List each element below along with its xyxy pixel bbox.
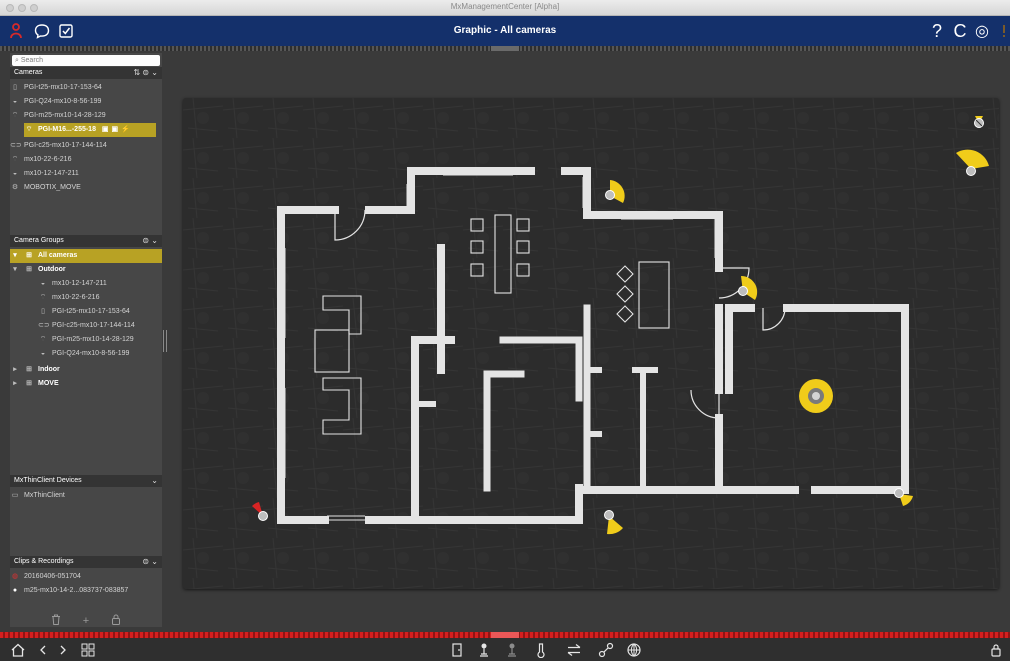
clips-section-header[interactable]: Clips & Recordings ⊜ ⌄	[10, 556, 162, 568]
settings-icon[interactable]: ◎	[972, 21, 992, 41]
view-title: Graphic - All cameras	[453, 25, 557, 36]
chevron-down-icon[interactable]: ▾	[10, 263, 20, 277]
group-item-move[interactable]: ▸ ⊞ MOVE	[10, 377, 162, 391]
chevron-right-icon[interactable]: ▸	[10, 363, 20, 377]
camera-list-item-selected[interactable]: ⌔ PGI-M16...-255-18 ▣ ▣ ⚡	[24, 123, 156, 137]
cameras-section-title: Cameras	[14, 69, 43, 76]
camera-m25-icon: ⌔	[39, 294, 47, 301]
clips-section-title: Clips & Recordings	[14, 558, 74, 565]
window-titlebar: MxManagementCenter [Alpha]	[0, 0, 1010, 16]
camera-list-item[interactable]: ◒ mx10-12-147-211	[10, 167, 162, 181]
top-splitter[interactable]	[0, 46, 1010, 51]
forward-icon[interactable]	[58, 641, 68, 659]
group-camera-item[interactable]: ▯ PGI-t25-mx10-17-153-64	[10, 305, 162, 319]
group-camera-item[interactable]: ⌔ mx10-22-6-216	[10, 291, 162, 305]
camera-list-item[interactable]: ⌔ PGI-m25-mx10-14-28-129	[10, 109, 162, 123]
clip-item[interactable]: ◍ 20160406-051704	[10, 570, 162, 584]
camera-alarm-icon[interactable]: ⚡	[121, 126, 130, 133]
floor-plan-drawing	[183, 98, 999, 589]
help-icon[interactable]: ?	[927, 21, 947, 41]
group-camera-item[interactable]: ◒ mx10-12-147-211	[10, 277, 162, 291]
pin-gray-icon[interactable]	[506, 641, 518, 659]
cameras-section-header[interactable]: Cameras ⇅ ⊜ ⌄	[10, 67, 162, 79]
camera-t25-icon: ▯	[41, 308, 45, 315]
camera-c25-icon: ⊂⊃	[38, 322, 50, 329]
camera-m25-icon: ⌔	[39, 336, 47, 343]
grid-icon: ⊞	[26, 366, 32, 373]
grid-icon: ⊞	[26, 380, 32, 387]
camera-move-icon: ⚙	[11, 184, 19, 191]
camera-list-item[interactable]: ⚙ MOBOTIX_MOVE	[10, 181, 162, 195]
globe-icon[interactable]	[626, 641, 642, 659]
thinclient-item[interactable]: ▭ MxThinClient	[10, 489, 162, 503]
main-toolbar: Graphic - All cameras ? C ◎	[0, 16, 1010, 46]
camera-groups-section-tools[interactable]: ⊜ ⌄	[142, 235, 158, 247]
search-input[interactable]: ⌕ Search	[12, 55, 160, 66]
top-splitter-handle[interactable]	[491, 46, 519, 51]
thinclient-section-header[interactable]: MxThinClient Devices ⌄	[10, 475, 162, 487]
lock-icon[interactable]	[990, 641, 1002, 659]
grid-view-icon[interactable]	[80, 641, 96, 659]
camera-view-icon[interactable]: ▣	[102, 126, 109, 133]
add-icon[interactable]: +	[83, 615, 89, 627]
door-icon[interactable]	[450, 641, 464, 659]
thinclient-section-tools[interactable]: ⌄	[151, 475, 158, 487]
group-item-all-cameras[interactable]: ▾ ⊞ All cameras	[10, 249, 162, 263]
back-icon[interactable]	[38, 641, 48, 659]
sidebar: ⌕ Search Cameras ⇅ ⊜ ⌄ ▯ PGI-t25-mx10-17-…	[10, 53, 162, 627]
camera-list-item[interactable]: ▯ PGI-t25-mx10-17-153-64	[10, 81, 162, 95]
group-item-outdoor[interactable]: ▾ ⊞ Outdoor	[10, 263, 162, 277]
group-camera-item[interactable]: ⌔ PGI-m25-mx10-14-28-129	[10, 333, 162, 347]
recording-icon: ●	[12, 587, 18, 594]
grid-icon: ⊞	[26, 252, 32, 259]
clips-section-tools[interactable]: ⊜ ⌄	[142, 556, 158, 568]
camera-m16-icon: ⌔	[25, 126, 33, 133]
group-camera-item[interactable]: ◒ PGI-Q24-mx10-8-56-199	[10, 347, 162, 361]
group-camera-item[interactable]: ⊂⊃ PGI-c25-mx10-17-144-114	[10, 319, 162, 333]
alarm-recording-icon: ◍	[11, 573, 19, 580]
camera-q24-icon: ◒	[40, 350, 46, 357]
clip-item[interactable]: ● m25-mx10-14-2...083737-083857	[10, 584, 162, 598]
group-item-indoor[interactable]: ▸ ⊞ Indoor	[10, 363, 162, 377]
grid-icon: ⊞	[26, 266, 32, 273]
status-bar	[0, 638, 1010, 661]
search-icon: ⌕	[15, 57, 19, 64]
lock-icon[interactable]	[111, 614, 121, 628]
search-placeholder: Search	[20, 57, 44, 64]
temperature-icon[interactable]	[536, 641, 546, 659]
link-icon[interactable]	[598, 641, 614, 659]
refresh-icon[interactable]: C	[950, 21, 970, 41]
floor-plan-canvas[interactable]	[183, 98, 999, 589]
thinclient-device-icon: ▭	[11, 492, 19, 499]
window-title: MxManagementCenter [Alpha]	[450, 2, 560, 11]
chevron-right-icon[interactable]: ▸	[10, 377, 20, 391]
home-icon[interactable]	[10, 641, 26, 659]
info-icon[interactable]	[994, 21, 1010, 41]
camera-list-item[interactable]: ◒ PGI-Q24-mx10-8-56-199	[10, 95, 162, 109]
camera-q24-icon: ◒	[12, 170, 18, 177]
thinclient-section-title: MxThinClient Devices	[14, 477, 82, 484]
camera-marker-garage-selected[interactable]	[799, 379, 833, 413]
camera-list-item[interactable]: ⊂⊃ PGI-c25-mx10-17-144-114	[10, 139, 162, 153]
camera-groups-section-title: Camera Groups	[14, 237, 64, 244]
camera-t25-icon: ▯	[13, 84, 17, 91]
camera-q24-icon: ◒	[12, 98, 18, 105]
camera-groups-section-header[interactable]: Camera Groups ⊜ ⌄	[10, 235, 162, 247]
transfer-icon[interactable]	[566, 641, 582, 659]
chevron-down-icon[interactable]: ▾	[10, 249, 20, 263]
camera-m25-icon: ⌔	[11, 156, 19, 163]
sidebar-bottom-tools: +	[10, 612, 162, 630]
camera-m25-icon: ⌔	[11, 112, 19, 119]
pin-icon[interactable]	[478, 641, 490, 659]
camera-q24-icon: ◒	[40, 280, 46, 287]
camera-list-item[interactable]: ⌔ mx10-22-6-216	[10, 153, 162, 167]
camera-snapshot-icon[interactable]: ▣	[112, 126, 119, 133]
trash-icon[interactable]	[51, 614, 61, 628]
sidebar-resize-handle[interactable]	[163, 330, 167, 352]
camera-c25-icon: ⊂⊃	[10, 142, 22, 149]
cameras-section-tools[interactable]: ⇅ ⊜ ⌄	[133, 67, 158, 79]
